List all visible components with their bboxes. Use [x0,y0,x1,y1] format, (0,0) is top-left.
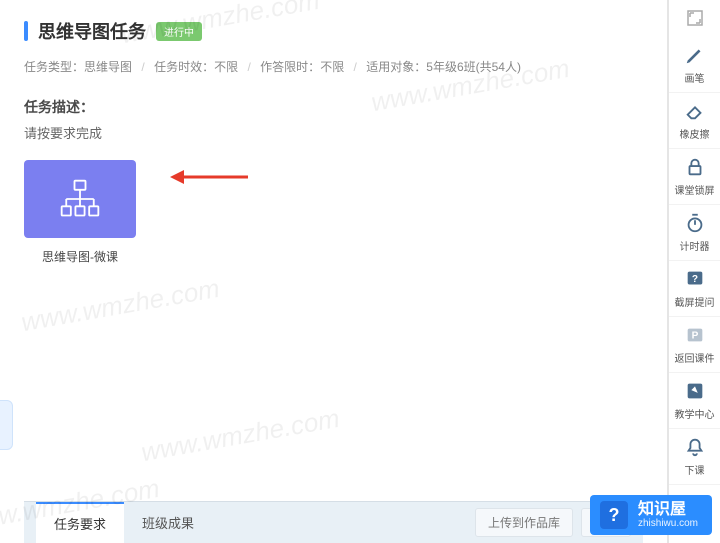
status-badge: 进行中 [156,22,202,41]
main-panel: 思维导图任务 进行中 任务类型：思维导图 / 任务时效：不限 / 作答限时：不限… [0,0,668,543]
lock-icon [684,156,706,178]
meta-type-label: 任务类型 [24,60,72,74]
bottom-bar: 任务要求 班级成果 上传到作品库 发布 [24,501,643,543]
svg-text:P: P [691,331,698,342]
stopwatch-icon [684,212,706,234]
annotation-arrow-icon [170,165,250,189]
tool-pen-label: 画笔 [685,70,705,85]
compass-icon [684,380,706,402]
description-label: 任务描述： [24,97,643,117]
tool-teach-label: 教学中心 [675,406,715,421]
eraser-icon [684,100,706,122]
tab-results[interactable]: 班级成果 [124,503,212,542]
meta-duration-value: 不限 [214,60,238,74]
tool-pen[interactable]: 画笔 [669,37,720,93]
description-text: 请按要求完成 [24,123,643,142]
bell-icon [684,436,706,458]
mindmap-icon [58,177,102,221]
meta-duration-label: 任务时效 [154,60,202,74]
brand-sub: zhishiwu.com [638,518,698,529]
brand-mark-icon: ? [600,501,628,529]
upload-button[interactable]: 上传到作品库 [475,508,573,537]
tool-lock-label: 课堂锁屏 [675,182,715,197]
page-title: 思维导图任务 [38,18,146,44]
tool-timer[interactable]: 计时器 [669,205,720,261]
tool-screenshot[interactable]: ? 截屏提问 [669,261,720,317]
tool-back-courseware[interactable]: P 返回课件 [669,317,720,373]
expand-handle[interactable] [0,400,13,450]
meta-type-value: 思维导图 [84,60,132,74]
tool-eraser-label: 橡皮擦 [680,126,710,141]
brand-badge: ? 知识屋 zhishiwu.com [590,495,712,535]
meta-answer-label: 作答限时 [260,60,308,74]
task-thumb[interactable] [24,160,136,238]
brand-name: 知识屋 [638,502,698,518]
tool-dismiss-label: 下课 [685,462,705,477]
slide-icon: P [684,324,706,346]
tab-requirements[interactable]: 任务要求 [36,502,124,543]
svg-text:?: ? [691,274,697,285]
expand-icon[interactable] [669,4,720,37]
task-card[interactable]: 思维导图-微课 [24,160,136,265]
tool-teach-center[interactable]: 教学中心 [669,373,720,429]
tool-dismiss[interactable]: 下课 [669,429,720,485]
tool-timer-label: 计时器 [680,238,710,253]
meta-answer-value: 不限 [320,60,344,74]
pen-icon [684,44,706,66]
meta-target-label: 适用对象 [366,60,414,74]
title-accent [24,21,28,41]
tool-screenshot-label: 截屏提问 [675,294,715,309]
task-meta: 任务类型：思维导图 / 任务时效：不限 / 作答限时：不限 / 适用对象：5年级… [24,58,643,75]
tool-back-label: 返回课件 [675,350,715,365]
sidebar-tools: 画笔 橡皮擦 课堂锁屏 计时器 ? 截屏提问 P 返回课件 教学中心 下课 [668,0,720,543]
tool-eraser[interactable]: 橡皮擦 [669,93,720,149]
meta-target-value: 5年级6班(共54人) [426,60,521,74]
task-caption: 思维导图-微课 [24,248,136,265]
question-board-icon: ? [684,268,706,290]
tool-lock[interactable]: 课堂锁屏 [669,149,720,205]
